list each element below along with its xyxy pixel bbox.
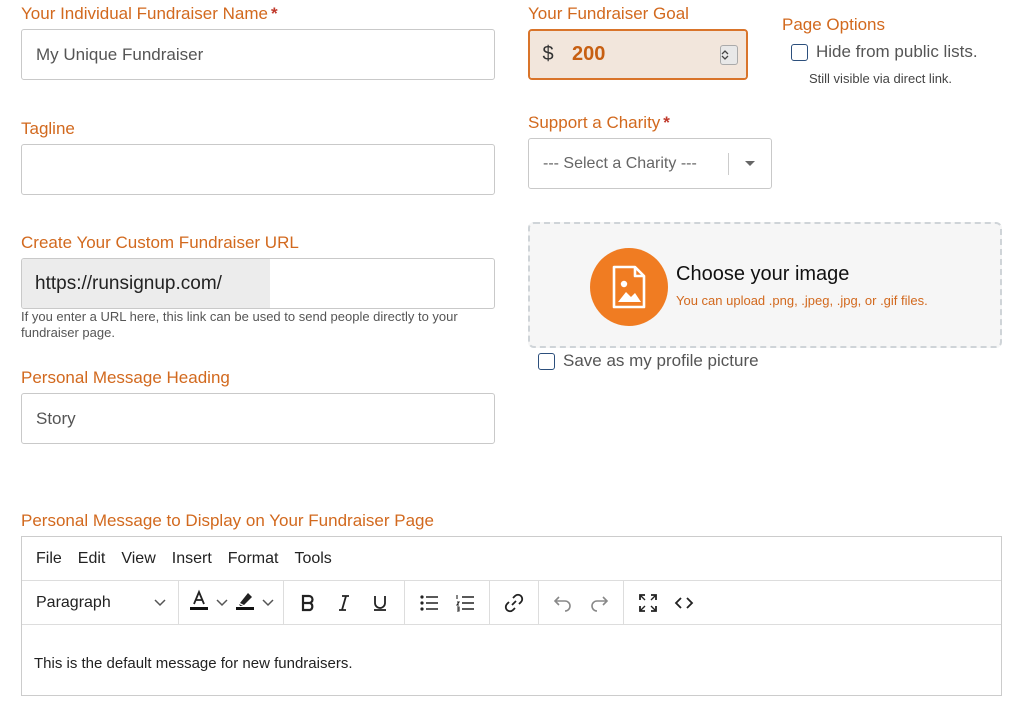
menu-tools[interactable]: Tools [286, 550, 339, 568]
custom-url-help: If you enter a URL here, this link can b… [21, 309, 458, 340]
currency-symbol: $ [530, 31, 566, 78]
required-marker: * [663, 113, 670, 132]
fundraiser-name-input[interactable]: My Unique Fundraiser [21, 29, 495, 80]
highlighter-icon [234, 589, 256, 616]
upload-title: Choose your image [676, 263, 850, 285]
menu-edit[interactable]: Edit [70, 550, 114, 568]
required-marker: * [270, 4, 278, 23]
block-format-value: Paragraph [36, 593, 111, 611]
editor-toolbar: Paragraph [22, 581, 1001, 625]
highlight-color-button[interactable] [231, 587, 277, 619]
url-prefix: https://runsignup.com/ [22, 259, 270, 308]
italic-icon[interactable] [326, 587, 362, 619]
block-format-select[interactable]: Paragraph [28, 594, 172, 612]
menu-insert[interactable]: Insert [164, 550, 220, 568]
source-code-icon[interactable] [666, 587, 702, 619]
message-heading-input[interactable]: Story [21, 393, 495, 444]
hide-from-lists-option[interactable]: Hide from public lists. [791, 42, 978, 62]
undo-icon[interactable] [545, 587, 581, 619]
message-heading-label: Personal Message Heading [21, 368, 230, 387]
profile-picture-checkbox[interactable] [538, 352, 555, 370]
profile-picture-label: Save as my profile picture [563, 351, 759, 370]
fundraiser-name-label: Your Individual Fundraiser Name * [21, 4, 278, 23]
charity-selected: --- Select a Charity --- [543, 154, 697, 172]
editor-menubar: File Edit View Insert Format Tools [22, 537, 1001, 581]
fundraiser-name-value: My Unique Fundraiser [36, 44, 204, 64]
editor-content[interactable]: This is the default message for new fund… [22, 625, 1001, 702]
link-icon[interactable] [496, 587, 532, 619]
text-color-icon [188, 589, 210, 616]
redo-icon[interactable] [581, 587, 617, 619]
underline-icon[interactable] [362, 587, 398, 619]
profile-picture-option[interactable]: Save as my profile picture [538, 351, 759, 371]
page-options-label: Page Options [782, 15, 886, 34]
upload-subtitle: You can upload .png, .jpeg, .jpg, or .gi… [676, 293, 928, 308]
hide-note: Still visible via direct link. [809, 71, 953, 86]
menu-view[interactable]: View [113, 550, 163, 568]
goal-stepper[interactable] [712, 31, 746, 78]
hide-from-lists-checkbox[interactable] [791, 43, 808, 61]
image-dropzone[interactable]: Choose your image You can upload .png, .… [528, 222, 1002, 348]
custom-url-input[interactable]: https://runsignup.com/ [21, 258, 495, 309]
hide-from-lists-label: Hide from public lists. [816, 42, 978, 61]
custom-url-value [270, 259, 494, 308]
numbered-list-icon[interactable] [447, 587, 483, 619]
custom-url-label: Create Your Custom Fundraiser URL [21, 233, 299, 252]
goal-label: Your Fundraiser Goal [528, 4, 689, 23]
menu-file[interactable]: File [28, 550, 70, 568]
menu-format[interactable]: Format [220, 550, 287, 568]
image-upload-icon[interactable] [590, 248, 668, 326]
charity-select[interactable]: --- Select a Charity --- [528, 138, 772, 189]
message-heading-value: Story [36, 408, 76, 428]
stepper-arrows-icon[interactable] [720, 44, 738, 65]
goal-input[interactable]: $ 200 [528, 29, 748, 80]
chevron-down-icon [216, 594, 228, 612]
chevron-down-icon [262, 594, 274, 612]
rich-text-editor[interactable]: File Edit View Insert Format Tools Parag… [21, 536, 1002, 696]
editor-label: Personal Message to Display on Your Fund… [21, 511, 434, 530]
charity-label: Support a Charity * [528, 113, 670, 132]
tagline-label: Tagline [21, 119, 75, 138]
text-color-button[interactable] [185, 587, 231, 619]
bold-icon[interactable] [290, 587, 326, 619]
chevron-down-icon [154, 594, 166, 612]
fullscreen-icon[interactable] [630, 587, 666, 619]
bullet-list-icon[interactable] [411, 587, 447, 619]
tagline-input[interactable] [21, 144, 495, 195]
goal-value: 200 [566, 31, 712, 78]
chevron-down-icon[interactable] [729, 160, 771, 168]
